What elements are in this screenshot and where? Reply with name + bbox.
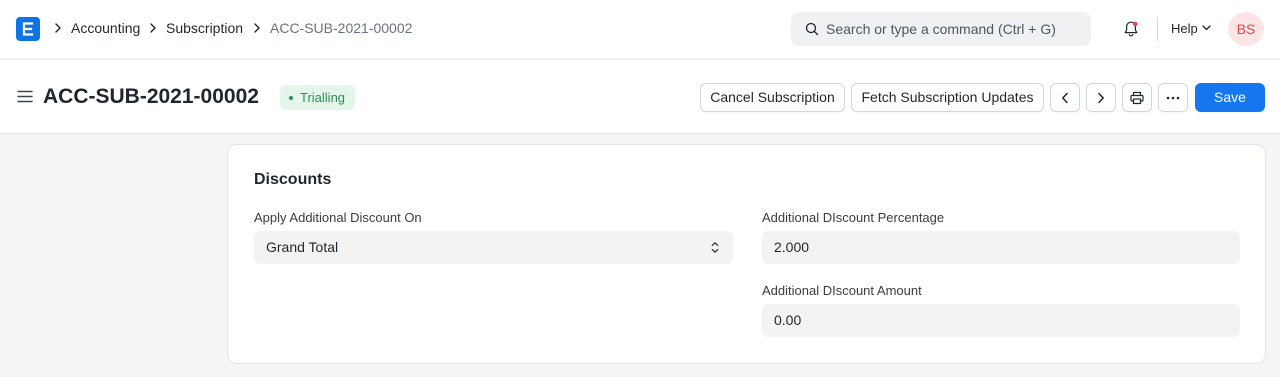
discount-amount-field[interactable]: 0.00 <box>762 304 1240 337</box>
fetch-subscription-updates-button[interactable]: Fetch Subscription Updates <box>851 83 1044 112</box>
app-logo-icon[interactable] <box>16 17 40 41</box>
search-input[interactable] <box>826 12 1081 46</box>
cancel-subscription-button[interactable]: Cancel Subscription <box>700 83 845 112</box>
previous-record-button[interactable] <box>1050 83 1080 112</box>
discount-percentage-label: Additional DIscount Percentage <box>762 210 945 225</box>
next-record-button[interactable] <box>1086 83 1116 112</box>
breadcrumb-subscription[interactable]: Subscription <box>166 20 243 37</box>
ellipsis-icon <box>1166 96 1180 99</box>
status-badge: Trialling <box>280 85 356 110</box>
discount-amount-value: 0.00 <box>774 312 802 328</box>
status-label: Trialling <box>300 90 346 105</box>
apply-discount-on-label: Apply Additional Discount On <box>254 210 422 225</box>
hamburger-menu-icon[interactable] <box>17 90 33 103</box>
chevron-right-icon <box>150 23 156 33</box>
user-avatar[interactable]: BS <box>1228 12 1264 46</box>
navbar-divider <box>1157 17 1158 41</box>
page-title: ACC-SUB-2021-00002 <box>43 85 259 108</box>
chevron-right-icon <box>254 23 260 33</box>
print-button[interactable] <box>1122 83 1152 112</box>
apply-discount-on-value: Grand Total <box>266 239 339 255</box>
search-icon <box>805 22 819 36</box>
apply-discount-on-select[interactable]: Grand Total <box>254 231 733 264</box>
chevron-right-icon <box>55 23 61 33</box>
help-menu[interactable]: Help <box>1171 21 1198 37</box>
status-dot-icon <box>289 95 293 100</box>
more-actions-button[interactable] <box>1158 83 1188 112</box>
chevron-right-icon <box>1098 92 1104 103</box>
notification-bell-icon[interactable] <box>1122 20 1140 38</box>
discounts-section: Discounts Apply Additional Discount On G… <box>227 144 1266 364</box>
discount-percentage-field[interactable]: 2.000 <box>762 231 1240 264</box>
printer-icon <box>1130 91 1144 104</box>
chevron-down-icon[interactable] <box>1202 25 1211 31</box>
section-title: Discounts <box>254 171 332 188</box>
chevron-left-icon <box>1062 92 1068 103</box>
discount-amount-label: Additional DIscount Amount <box>762 283 922 298</box>
breadcrumb-accounting[interactable]: Accounting <box>71 20 140 37</box>
save-button[interactable]: Save <box>1195 83 1265 112</box>
navbar: Accounting Subscription ACC-SUB-2021-000… <box>0 0 1280 59</box>
breadcrumb-current: ACC-SUB-2021-00002 <box>270 20 413 36</box>
select-updown-icon <box>711 242 719 253</box>
page-header: ACC-SUB-2021-00002 Trialling Cancel Subs… <box>0 60 1280 134</box>
discount-percentage-value: 2.000 <box>774 239 810 255</box>
search-bar[interactable] <box>791 12 1091 46</box>
